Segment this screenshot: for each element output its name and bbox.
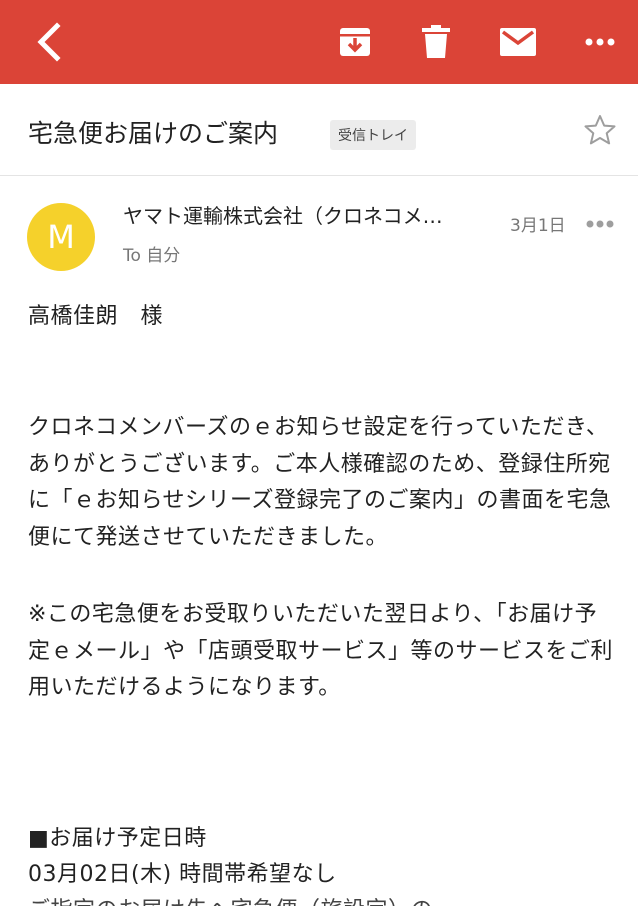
more-horizontal-icon — [585, 38, 615, 46]
back-arrow-icon — [37, 22, 61, 62]
back-button[interactable] — [18, 12, 78, 72]
mail-icon — [500, 28, 536, 56]
delete-button[interactable] — [406, 12, 466, 72]
sender-header[interactable]: M ヤマト運輸株式会社（クロネコメ… To 自分 3月1日 — [0, 176, 638, 288]
delivery-heading: ■お届け予定日時 — [28, 826, 207, 851]
trash-icon — [422, 25, 450, 58]
archive-button[interactable] — [325, 12, 385, 72]
sender-name: ヤマト運輸株式会社（クロネコメ… — [123, 204, 443, 228]
star-icon — [584, 115, 616, 145]
email-date: 3月1日 — [510, 216, 566, 236]
subject-header: 宅急便お届けのご案内 受信トレイ — [0, 84, 638, 176]
email-partial-line: ご指定のお届け先へ宅急便（旅設定）の — [28, 893, 613, 906]
message-more-button[interactable] — [582, 212, 618, 236]
more-horizontal-icon — [586, 220, 614, 228]
archive-icon — [340, 28, 370, 56]
email-subject: 宅急便お届けのご案内 — [28, 119, 279, 148]
app-toolbar — [0, 0, 638, 84]
email-paragraph: クロネコメンバーズのｅお知らせ設定を行っていただき、ありがとうございます。ご本人… — [28, 415, 612, 550]
recipient-line[interactable]: To 自分 — [123, 241, 180, 266]
email-greeting: 高橋佳朗 様 — [28, 304, 164, 329]
inbox-label-chip[interactable]: 受信トレイ — [330, 120, 416, 150]
email-notice: ※この宅急便をお受取りいただいた翌日より、「お届け予定ｅメール」や「店頭受取サー… — [28, 602, 614, 700]
more-options-button[interactable] — [570, 12, 630, 72]
mark-unread-button[interactable] — [488, 12, 548, 72]
delivery-date: 03月02日(木) 時間帯希望なし — [28, 862, 337, 887]
sender-avatar[interactable]: M — [27, 203, 95, 271]
star-button[interactable] — [580, 110, 620, 150]
